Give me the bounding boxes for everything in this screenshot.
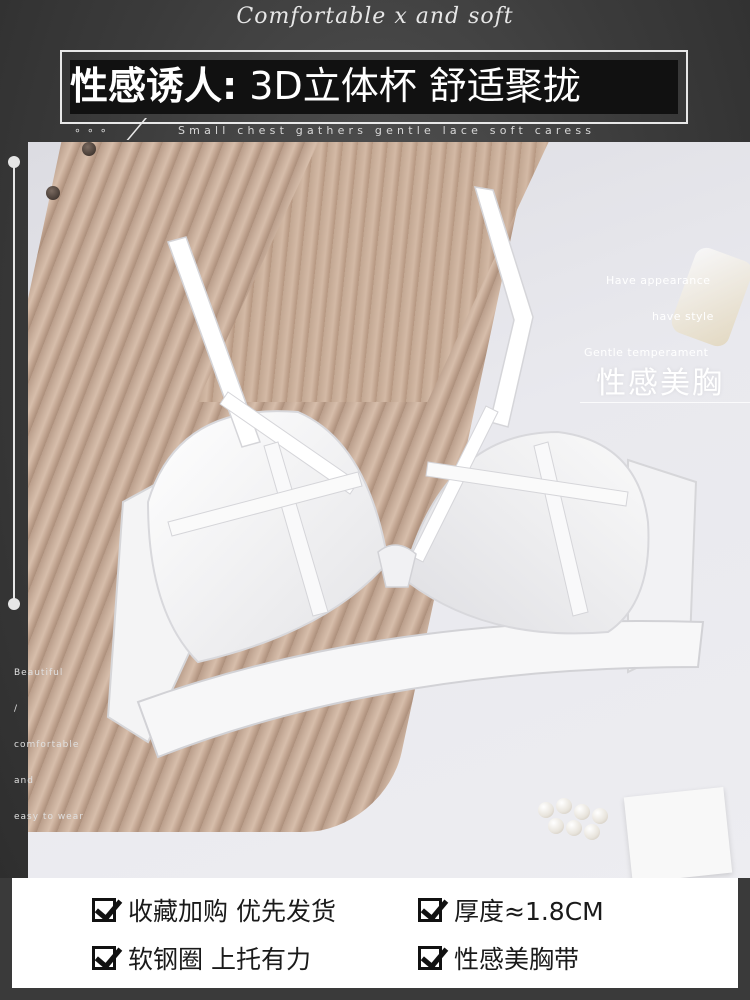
feature-item: 厚度≈1.8CM: [418, 892, 604, 928]
dots-icon: ∘∘∘: [74, 124, 113, 137]
feature-label: 性感美胸带: [454, 945, 580, 974]
slider-dot-bottom: [8, 598, 20, 610]
checkbox-check-icon: [92, 898, 116, 922]
feature-label: 软钢圈 上托有力: [128, 945, 311, 974]
overlay-divider: [580, 402, 750, 403]
bra-illustration: [106, 186, 705, 759]
overlay-line: have style: [652, 310, 714, 323]
side-text: easy to wear: [14, 812, 84, 822]
subline: Small chest gathers gentle lace soft car…: [178, 124, 596, 137]
side-text: and: [14, 776, 34, 786]
feature-item: 软钢圈 上托有力: [92, 940, 311, 976]
overlay-line: Gentle temperament: [584, 346, 709, 359]
feature-item: 收藏加购 优先发货: [92, 892, 336, 928]
side-text: Beautiful: [14, 668, 64, 678]
checkbox-check-icon: [418, 946, 442, 970]
feature-item: 性感美胸带: [418, 940, 579, 976]
checkbox-check-icon: [418, 898, 442, 922]
overlay-line: Have appearance: [606, 274, 711, 287]
product-photo: 性感美胸 Have appearance have style Gentle t…: [28, 142, 750, 878]
headline-light: 3D立体杯 舒适聚拢: [249, 64, 581, 108]
script-title: Comfortable x and soft: [236, 4, 514, 29]
vertical-slider-track: [13, 160, 15, 606]
side-text: /: [14, 704, 19, 714]
feature-label: 厚度≈1.8CM: [454, 897, 604, 926]
headline-bold: 性感诱人:: [70, 64, 238, 108]
checkbox-check-icon: [92, 946, 116, 970]
side-text: comfortable: [14, 740, 80, 750]
feature-label: 收藏加购 优先发货: [128, 897, 336, 926]
headline: 性感诱人: 3D立体杯 舒适聚拢: [70, 58, 678, 114]
slider-dot-top: [8, 156, 20, 168]
overlay-title: 性感美胸: [596, 366, 724, 401]
